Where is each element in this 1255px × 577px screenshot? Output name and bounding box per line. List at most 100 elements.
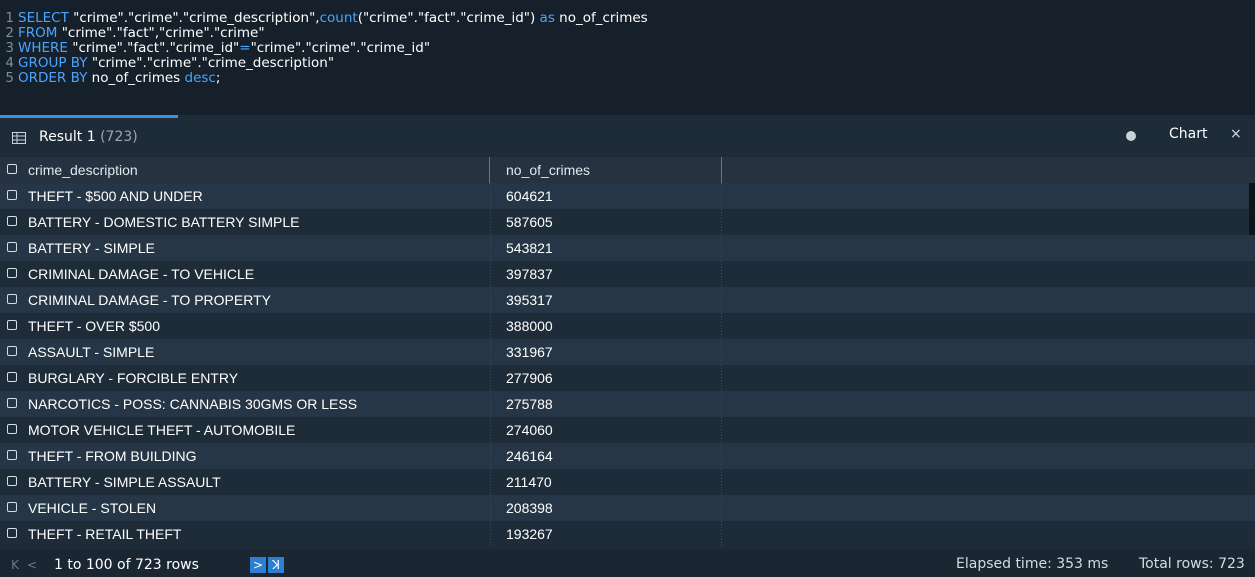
column-divider xyxy=(721,339,722,365)
toggle-knob xyxy=(1126,131,1136,141)
table-row[interactable]: CRIMINAL DAMAGE - TO VEHICLE 397837 xyxy=(0,261,1255,287)
sql-text: no_of_crimes xyxy=(554,10,648,26)
line-number: 2 xyxy=(5,25,14,41)
table-row[interactable]: BATTERY - DOMESTIC BATTERY SIMPLE 587605 xyxy=(0,209,1255,235)
cell-crime-description: CRIMINAL DAMAGE - TO PROPERTY xyxy=(28,292,271,308)
cell-crime-description: ASSAULT - SIMPLE xyxy=(28,344,155,360)
table-row[interactable]: CRIMINAL DAMAGE - TO PROPERTY 395317 xyxy=(0,287,1255,313)
sql-keyword: count xyxy=(319,10,358,26)
cell-crime-description: CRIMINAL DAMAGE - TO VEHICLE xyxy=(28,266,255,282)
last-page-button[interactable]: ꓘ xyxy=(268,557,284,573)
code-line: 2 FROM "crime"."fact","crime"."crime" xyxy=(4,26,1255,41)
cell-crime-description: BATTERY - SIMPLE ASSAULT xyxy=(28,474,221,490)
tab-result-1[interactable]: Result 1 (723) xyxy=(0,115,178,156)
row-checkbox[interactable] xyxy=(7,294,17,304)
row-checkbox[interactable] xyxy=(7,502,17,512)
sql-text: ; xyxy=(215,70,221,86)
sql-keyword: = xyxy=(239,40,251,56)
column-divider xyxy=(490,417,491,443)
table-row[interactable]: ASSAULT - SIMPLE 331967 xyxy=(0,339,1255,365)
table-row[interactable]: THEFT - FROM BUILDING 246164 xyxy=(0,443,1255,469)
table-row[interactable]: BURGLARY - FORCIBLE ENTRY 277906 xyxy=(0,365,1255,391)
sql-text: "crime"."crime"."crime_description" xyxy=(87,55,335,71)
column-divider xyxy=(721,469,722,495)
column-divider xyxy=(721,313,722,339)
total-rows: Total rows: 723 xyxy=(1139,556,1245,572)
column-divider xyxy=(490,183,491,209)
elapsed-time: Elapsed time: 353 ms xyxy=(956,556,1109,572)
column-divider xyxy=(490,235,491,261)
cell-crime-description: BATTERY - DOMESTIC BATTERY SIMPLE xyxy=(28,214,300,230)
table-row[interactable]: VEHICLE - STOLEN 208398 xyxy=(0,495,1255,521)
column-divider xyxy=(721,391,722,417)
cell-crime-description: BATTERY - SIMPLE xyxy=(28,240,155,256)
table-row[interactable]: NARCOTICS - POSS: CANNABIS 30GMS OR LESS… xyxy=(0,391,1255,417)
result-bar: Result 1 (723) Chart × xyxy=(0,115,1255,156)
chart-label: Chart xyxy=(1169,126,1208,142)
sql-keyword: GROUP BY xyxy=(18,55,88,71)
table-row[interactable]: THEFT - RETAIL THEFT 193267 xyxy=(0,521,1255,547)
table-row[interactable]: BATTERY - SIMPLE 543821 xyxy=(0,235,1255,261)
cell-crime-description: VEHICLE - STOLEN xyxy=(28,500,157,516)
select-all-checkbox[interactable] xyxy=(7,164,17,174)
code-line: 5 ORDER BY no_of_crimes desc; xyxy=(4,71,1255,86)
code-line: 4 GROUP BY "crime"."crime"."crime_descrip… xyxy=(4,56,1255,71)
column-divider xyxy=(490,313,491,339)
column-divider xyxy=(490,261,491,287)
column-header-crime-description[interactable]: crime_description xyxy=(0,157,490,183)
cell-crime-description: NARCOTICS - POSS: CANNABIS 30GMS OR LESS xyxy=(28,396,358,412)
cell-no-of-crimes: 277906 xyxy=(506,370,553,386)
cell-no-of-crimes: 208398 xyxy=(506,500,553,516)
row-checkbox[interactable] xyxy=(7,268,17,278)
row-checkbox[interactable] xyxy=(7,528,17,538)
cell-no-of-crimes: 388000 xyxy=(506,318,553,334)
chart-toggle[interactable] xyxy=(1122,131,1150,141)
pagination-footer: K < 1 to 100 of 723 rows > ꓘ Elapsed tim… xyxy=(0,550,1255,577)
next-page-button[interactable]: > xyxy=(250,557,266,573)
cell-no-of-crimes: 543821 xyxy=(506,240,553,256)
row-checkbox[interactable] xyxy=(7,320,17,330)
table-row[interactable]: BATTERY - SIMPLE ASSAULT 211470 xyxy=(0,469,1255,495)
close-icon[interactable]: × xyxy=(1230,126,1242,142)
sql-text: "crime"."crime"."crime_id" xyxy=(250,40,431,56)
column-divider xyxy=(721,365,722,391)
table-row[interactable]: THEFT - OVER $500 388000 xyxy=(0,313,1255,339)
cell-no-of-crimes: 275788 xyxy=(506,396,553,412)
row-checkbox[interactable] xyxy=(7,190,17,200)
table-row[interactable]: MOTOR VEHICLE THEFT - AUTOMOBILE 274060 xyxy=(0,417,1255,443)
row-checkbox[interactable] xyxy=(7,346,17,356)
table-row[interactable]: THEFT - $500 AND UNDER 604621 xyxy=(0,183,1255,209)
line-number: 3 xyxy=(5,40,14,56)
result-tab-title: Result 1 xyxy=(39,129,96,145)
prev-page-button[interactable]: < xyxy=(25,557,39,573)
row-checkbox[interactable] xyxy=(7,242,17,252)
sql-keyword: WHERE xyxy=(18,40,68,56)
row-checkbox[interactable] xyxy=(7,398,17,408)
result-tab-label: Result 1 (723) xyxy=(39,129,138,145)
column-header-no-of-crimes[interactable]: no_of_crimes xyxy=(490,157,722,183)
column-header-label: crime_description xyxy=(28,162,138,178)
column-divider xyxy=(490,365,491,391)
results-table: crime_description no_of_crimes THEFT - $… xyxy=(0,157,1255,550)
column-header-label: no_of_crimes xyxy=(506,162,591,178)
cell-no-of-crimes: 211470 xyxy=(506,474,552,490)
column-divider xyxy=(490,495,491,521)
line-number: 5 xyxy=(5,70,14,86)
cell-crime-description: THEFT - RETAIL THEFT xyxy=(28,526,182,542)
table-header: crime_description no_of_crimes xyxy=(0,157,1255,183)
column-divider xyxy=(721,495,722,521)
row-checkbox[interactable] xyxy=(7,424,17,434)
sql-editor[interactable]: 1 SELECT "crime"."crime"."crime_descripti… xyxy=(0,0,1255,115)
column-divider xyxy=(490,521,491,547)
cell-no-of-crimes: 587605 xyxy=(506,214,553,230)
row-checkbox[interactable] xyxy=(7,450,17,460)
first-page-button[interactable]: K xyxy=(8,557,22,573)
scrollbar[interactable] xyxy=(1249,183,1255,235)
sql-keyword: SELECT xyxy=(18,10,69,26)
column-divider xyxy=(490,391,491,417)
column-divider xyxy=(721,261,722,287)
row-checkbox[interactable] xyxy=(7,476,17,486)
cell-no-of-crimes: 397837 xyxy=(506,266,553,282)
row-checkbox[interactable] xyxy=(7,216,17,226)
row-checkbox[interactable] xyxy=(7,372,17,382)
